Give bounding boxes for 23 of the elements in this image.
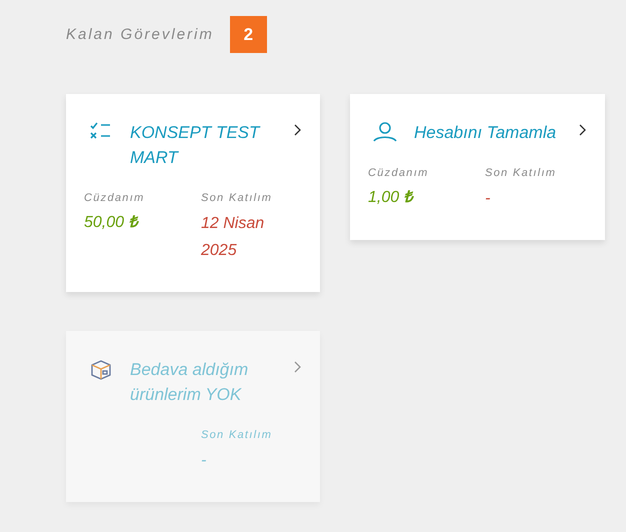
wallet-label: Cüzdanım — [368, 167, 430, 179]
count-badge: 2 — [230, 16, 267, 53]
deadline-date: - — [485, 189, 492, 209]
deadline-date: 12 Nisan 2025 — [201, 214, 266, 261]
task-card[interactable]: KONSEPT TEST MART Cüzdanım 50,00 ₺ Son Katılım 12 Nisan 2025 — [66, 94, 320, 292]
user-icon — [373, 122, 397, 142]
deadline-date: - — [201, 451, 208, 471]
box-icon — [90, 359, 112, 381]
task-title: Bedava aldığım ürünlerim YOK — [130, 359, 250, 406]
task-card[interactable]: Hesabını Tamamla Cüzdanım 1,00 ₺ Son Katılım - — [350, 94, 605, 240]
deadline-label: Son Katılım — [201, 429, 274, 441]
wallet-label: Cüzdanım — [84, 192, 146, 204]
deadline-label: Son Katılım — [485, 167, 558, 179]
chevron-right-icon — [294, 124, 302, 136]
wallet-amount: 1,00 ₺ — [368, 188, 415, 207]
chevron-right-icon — [579, 124, 587, 136]
task-title: KONSEPT TEST MART — [130, 122, 262, 169]
deadline-label: Son Katılım — [201, 192, 274, 204]
section-title: Kalan Görevlerim — [66, 26, 214, 43]
task-title: Hesabını Tamamla — [414, 122, 558, 144]
checklist-icon — [90, 122, 112, 140]
chevron-right-icon — [294, 361, 302, 373]
wallet-amount: 50,00 ₺ — [84, 213, 140, 232]
